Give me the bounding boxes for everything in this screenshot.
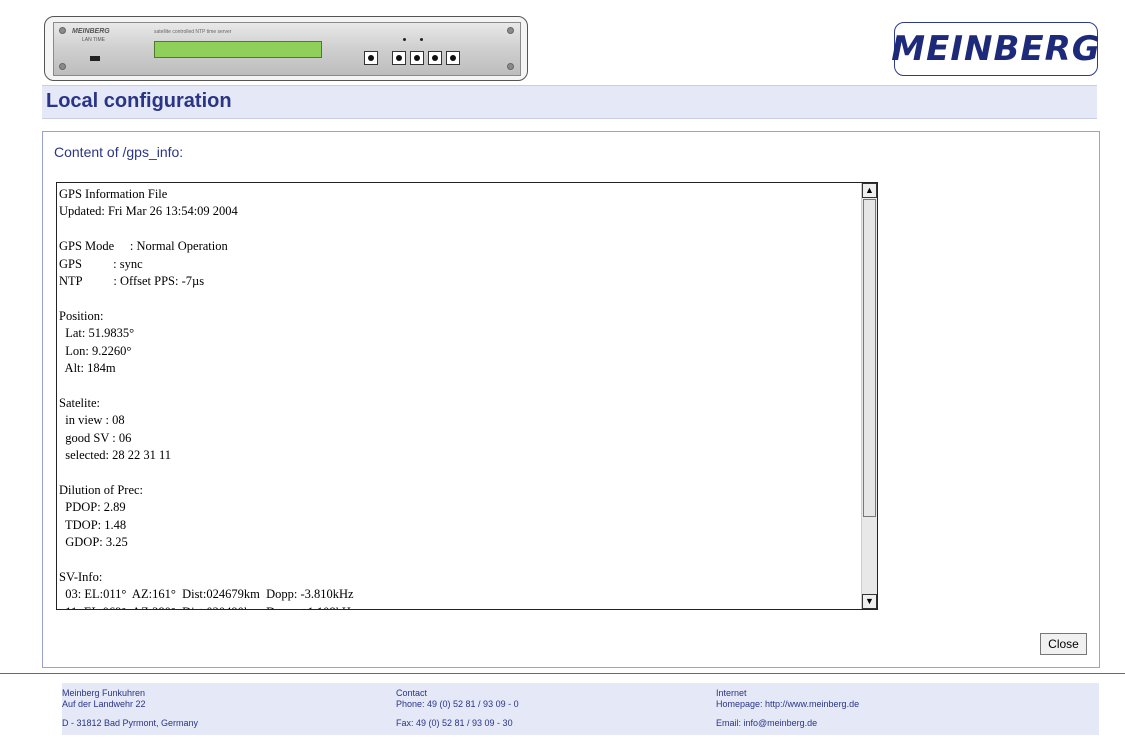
footer-contact: Contact Phone: 49 (0) 52 81 / 93 09 - 0 … [396, 688, 519, 729]
scrollbar-thumb[interactable] [863, 199, 876, 517]
status-led-icon [403, 38, 406, 41]
device-brand: MEINBERG [72, 28, 110, 35]
screw-icon [507, 27, 514, 34]
footer-company-name: Meinberg Funkuhren [62, 688, 146, 698]
meinberg-logo: MEINBERG [891, 22, 1101, 76]
footer-email-link[interactable]: Email: info@meinberg.de [716, 718, 859, 729]
device-button-icon [364, 51, 378, 65]
logo-text: MEINBERG [891, 29, 1101, 69]
footer-fax: Fax: 49 (0) 52 81 / 93 09 - 30 [396, 718, 513, 728]
close-button[interactable]: Close [1040, 633, 1087, 655]
footer-company-street: Auf der Landwehr 22 [62, 699, 146, 709]
footer-internet-heading: Internet [716, 688, 747, 698]
footer-company: Meinberg Funkuhren Auf der Landwehr 22 D… [62, 688, 198, 729]
device-button-icon [410, 51, 424, 65]
footer-divider [0, 673, 1125, 674]
screw-icon [59, 63, 66, 70]
footer-phone: Phone: 49 (0) 52 81 / 93 09 - 0 [396, 699, 519, 709]
vertical-scrollbar[interactable]: ▲ ▼ [861, 183, 877, 609]
lcd-display [154, 41, 322, 58]
gps-info-text: GPS Information File Updated: Fri Mar 26… [59, 187, 356, 609]
status-led-icon [420, 38, 423, 41]
footer-contact-heading: Contact [396, 688, 428, 698]
screw-icon [59, 27, 66, 34]
panel-heading: Content of /gps_info: [54, 144, 184, 160]
page-title-bar: Local configuration [42, 85, 1097, 119]
footer: Meinberg Funkuhren Auf der Landwehr 22 D… [62, 683, 1099, 735]
page-title: Local configuration [46, 90, 232, 112]
led-icon [90, 56, 100, 61]
gps-info-textarea[interactable]: GPS Information File Updated: Fri Mar 26… [56, 182, 878, 610]
content-panel: Content of /gps_info: GPS Information Fi… [42, 131, 1100, 668]
device-front-panel: MEINBERG LAN TIME satellite controlled N… [53, 22, 521, 76]
device-button-icon [392, 51, 406, 65]
scroll-up-arrow-icon[interactable]: ▲ [862, 183, 877, 198]
footer-company-city: D - 31812 Bad Pyrmont, Germany [62, 718, 199, 728]
device-image: MEINBERG LAN TIME satellite controlled N… [44, 16, 528, 81]
screw-icon [507, 63, 514, 70]
device-subtitle: satellite controlled NTP time server [154, 29, 232, 35]
device-model: LAN TIME [82, 37, 105, 43]
footer-homepage-link[interactable]: Homepage: http://www.meinberg.de [716, 699, 859, 710]
scroll-down-arrow-icon[interactable]: ▼ [862, 594, 877, 609]
device-button-icon [446, 51, 460, 65]
footer-internet: Internet Homepage: http://www.meinberg.d… [716, 688, 859, 729]
device-button-icon [428, 51, 442, 65]
